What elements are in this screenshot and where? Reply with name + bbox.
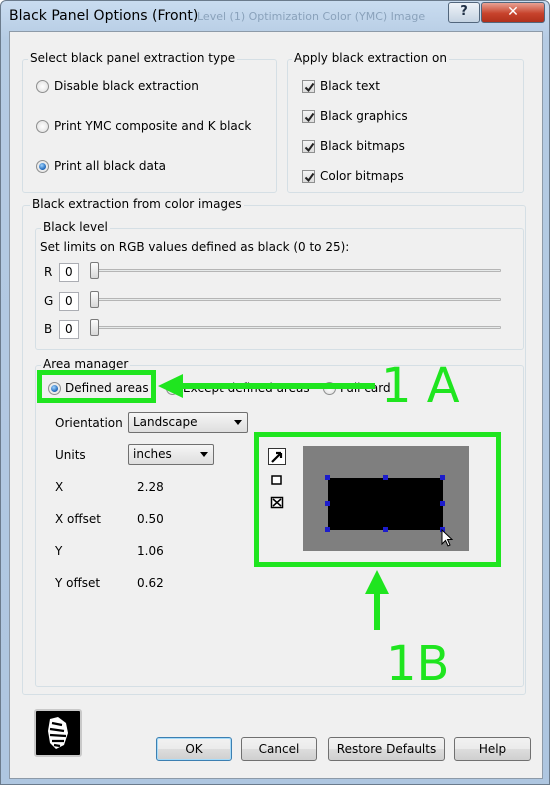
dialog-client: Select black panel extraction type Disab… (9, 31, 543, 779)
restore-defaults-button[interactable]: Restore Defaults (328, 737, 445, 761)
y-offset-label: Y offset (55, 576, 101, 590)
channel-b-slider-thumb[interactable] (90, 319, 99, 336)
checkbox-black-graphics-label[interactable]: Black graphics (320, 109, 408, 123)
checkbox-color-bitmaps-label[interactable]: Color bitmaps (320, 169, 404, 183)
black-level-instruction: Set limits on RGB values defined as blac… (40, 240, 350, 254)
radio-disable-extraction-label[interactable]: Disable black extraction (54, 79, 199, 93)
x-offset-label: X offset (55, 512, 101, 526)
black-level-label: Black level (41, 220, 110, 234)
radio-print-all-black-label[interactable]: Print all black data (54, 159, 166, 173)
channel-r-input[interactable]: 0 (59, 263, 79, 282)
orientation-select[interactable]: Landscape (128, 412, 248, 433)
checkbox-black-bitmaps[interactable] (302, 140, 315, 153)
y-offset-value: 0.62 (137, 576, 164, 590)
channel-r-slider-thumb[interactable] (90, 262, 99, 279)
x-value: 2.28 (137, 480, 164, 494)
channel-r-slider-track[interactable] (94, 269, 501, 272)
y-label: Y (55, 544, 63, 558)
channel-r-label: R (44, 265, 53, 279)
chevron-down-icon (234, 420, 242, 425)
apply-on-label: Apply black extraction on (292, 51, 449, 65)
help-button[interactable]: Help (454, 737, 531, 761)
area-manager-label: Area manager (41, 357, 131, 371)
cancel-button[interactable]: Cancel (241, 737, 317, 761)
zebra-logo-icon (34, 709, 82, 757)
radio-ymc-composite-label[interactable]: Print YMC composite and K black (54, 119, 251, 133)
channel-b-input[interactable]: 0 (59, 320, 79, 339)
annotation-arrow-up-icon (365, 570, 389, 630)
checkbox-color-bitmaps[interactable] (302, 170, 315, 183)
channel-g-slider-track[interactable] (94, 298, 501, 301)
ok-button[interactable]: OK (156, 737, 232, 761)
orientation-label: Orientation (55, 416, 123, 430)
window-title: Black Panel Options (Front) (9, 8, 199, 24)
x-offset-value: 0.50 (137, 512, 164, 526)
chevron-down-icon (200, 452, 208, 457)
radio-print-all-black[interactable] (36, 160, 49, 173)
y-value: 1.06 (137, 544, 164, 558)
channel-g-slider-thumb[interactable] (90, 291, 99, 308)
annotation-arrow-left-icon (158, 374, 375, 398)
units-label: Units (55, 448, 86, 462)
help-title-button[interactable]: ? (448, 2, 480, 23)
background-tabs-text: Level (1) Optimization Color (YMC) Image (197, 10, 426, 23)
channel-g-label: G (44, 294, 54, 308)
close-button[interactable]: ✕ (481, 2, 545, 23)
channel-g-input[interactable]: 0 (59, 292, 79, 311)
orientation-select-value: Landscape (133, 415, 198, 429)
annotation-box-1b (254, 432, 501, 567)
checkbox-black-bitmaps-label[interactable]: Black bitmaps (320, 139, 405, 153)
x-label: X (55, 480, 64, 494)
checkbox-black-text-label[interactable]: Black text (320, 79, 380, 93)
annotation-label-1b: 1B (386, 636, 450, 692)
title-bar: Black Panel Options (Front) Level (1) Op… (1, 1, 549, 31)
color-images-label: Black extraction from color images (30, 197, 244, 211)
radio-ymc-composite[interactable] (36, 120, 49, 133)
annotation-box-1a (37, 370, 156, 403)
annotation-label-1a: 1 A (381, 358, 460, 414)
extraction-type-label: Select black panel extraction type (28, 51, 238, 65)
units-select[interactable]: inches (128, 444, 214, 465)
channel-b-label: B (44, 322, 53, 336)
checkbox-black-text[interactable] (302, 80, 315, 93)
channel-b-slider-track[interactable] (94, 326, 501, 329)
units-select-value: inches (133, 447, 172, 461)
checkbox-black-graphics[interactable] (302, 110, 315, 123)
radio-disable-extraction[interactable] (36, 80, 49, 93)
